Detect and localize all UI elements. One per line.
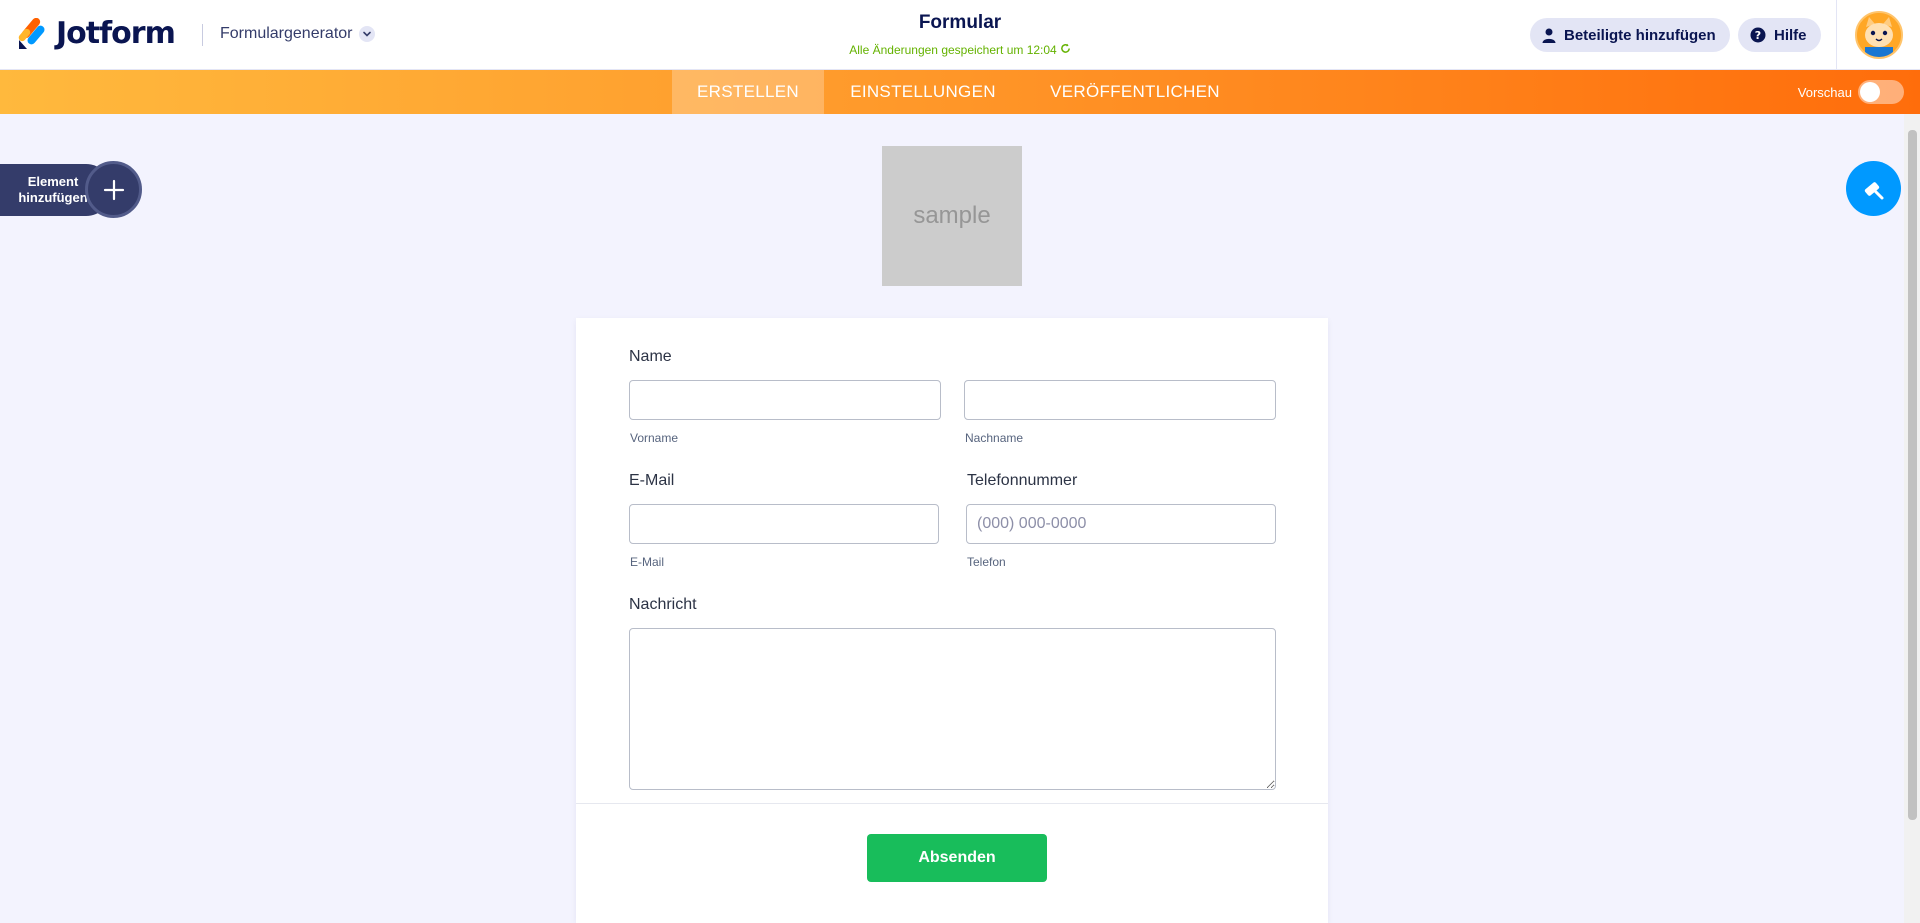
svg-text:?: ? (1755, 29, 1761, 42)
preview-toggle[interactable] (1858, 80, 1904, 104)
submit-divider (576, 803, 1328, 804)
form-card: Name Vorname Nachname E-Mail Telefonnumm… (576, 318, 1328, 923)
help-label: Hilfe (1774, 26, 1807, 44)
phone-sublabel: Telefon (967, 555, 1006, 569)
help-icon: ? (1750, 27, 1766, 43)
logo-text: Jotform (56, 16, 176, 51)
top-bar: Jotform Formulargenerator Formular Alle … (0, 0, 1920, 70)
submit-button[interactable]: Absenden (867, 834, 1047, 882)
message-textarea[interactable] (629, 628, 1276, 790)
tab-einstellungen[interactable]: EINSTELLUNGEN (824, 70, 1022, 114)
form-designer-button[interactable] (1846, 161, 1901, 216)
header-divider (202, 24, 203, 46)
phone-label[interactable]: Telefonnummer (967, 472, 1077, 490)
add-participants-label: Beteiligte hinzufügen (1564, 26, 1716, 44)
user-avatar[interactable] (1854, 11, 1903, 59)
name-label[interactable]: Name (629, 348, 672, 366)
refresh-icon[interactable] (1060, 43, 1071, 57)
builder-label: Formulargenerator (220, 25, 353, 42)
form-logo-placeholder[interactable]: sample (882, 146, 1022, 286)
paint-roller-icon (1864, 181, 1883, 199)
plus-icon[interactable] (85, 161, 142, 218)
last-name-input[interactable] (964, 380, 1276, 420)
avatar-area (1836, 0, 1920, 70)
first-name-sublabel: Vorname (630, 431, 679, 445)
help-button[interactable]: ? Hilfe (1738, 18, 1821, 52)
avatar-cat-icon (1856, 13, 1901, 57)
jotform-logo-icon (18, 17, 45, 49)
tab-erstellen[interactable]: ERSTELLEN (672, 70, 824, 114)
builder-nav: ERSTELLEN EINSTELLUNGEN VERÖFFENTLICHEN … (0, 70, 1920, 114)
page-scrollbar-thumb[interactable] (1908, 130, 1917, 820)
toggle-knob (1860, 82, 1880, 102)
email-label[interactable]: E-Mail (629, 472, 674, 490)
preview-label: Vorschau (1797, 84, 1852, 100)
form-title-area: Formular Alle Änderungen gespeichert um … (760, 12, 1160, 57)
last-name-sublabel: Nachname (965, 431, 1024, 445)
preview-toggle-area: Vorschau (1798, 70, 1904, 114)
save-status-text: Alle Änderungen gespeichert um 12:04 (849, 43, 1057, 57)
form-title[interactable]: Formular (760, 12, 1160, 34)
phone-input[interactable] (966, 504, 1276, 544)
jotform-logo[interactable]: Jotform (18, 16, 176, 51)
builder-selector[interactable]: Formulargenerator (220, 25, 375, 43)
save-status: Alle Änderungen gespeichert um 12:04 (760, 43, 1160, 57)
email-input[interactable] (629, 504, 939, 544)
tab-veroeffentlichen[interactable]: VERÖFFENTLICHEN (1022, 70, 1248, 114)
chevron-down-icon (358, 26, 375, 42)
message-label[interactable]: Nachricht (629, 596, 697, 614)
email-sublabel: E-Mail (630, 555, 665, 569)
first-name-input[interactable] (629, 380, 941, 420)
user-icon (1542, 28, 1556, 43)
add-participants-button[interactable]: Beteiligte hinzufügen (1530, 18, 1730, 52)
